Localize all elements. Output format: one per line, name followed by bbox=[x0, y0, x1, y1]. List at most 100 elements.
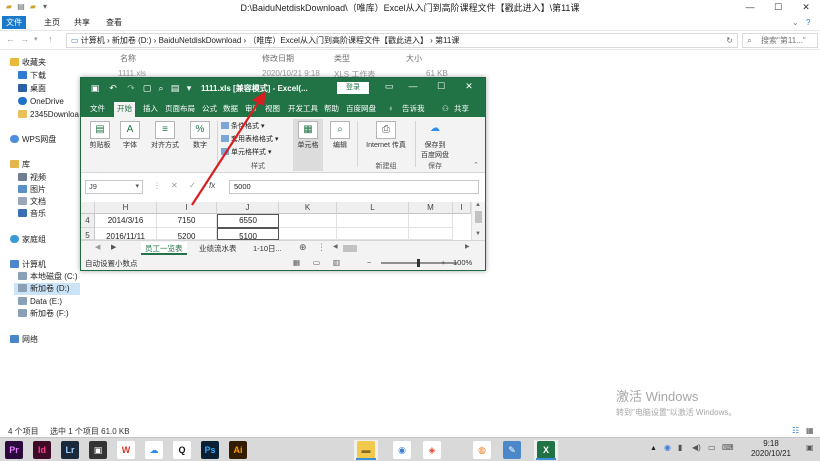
tab-review[interactable]: 审阅 bbox=[242, 102, 256, 117]
nav-network[interactable]: 网络 bbox=[10, 334, 90, 346]
alignment-group[interactable]: ≡ 对齐方式 bbox=[145, 119, 185, 171]
battery-icon[interactable]: ▭ bbox=[708, 443, 716, 452]
cells-group[interactable]: ▦ 单元格 bbox=[293, 119, 323, 171]
nav-wps-drive[interactable]: WPS网盘 bbox=[10, 134, 90, 146]
number-group[interactable]: % 数字 bbox=[187, 119, 213, 171]
nav-computer[interactable]: 计算机 bbox=[10, 259, 90, 271]
share-button[interactable]: 共享 bbox=[451, 102, 472, 117]
column-date[interactable]: 修改日期 bbox=[262, 53, 294, 64]
enter-icon[interactable]: ✓ bbox=[189, 181, 196, 190]
print-preview-icon[interactable]: ⌕ bbox=[155, 82, 167, 94]
customize-qat-icon[interactable]: ▾ bbox=[183, 82, 195, 94]
sheet-tab-performance[interactable]: 业绩流水表 bbox=[195, 242, 241, 255]
hscroll-right-icon[interactable]: ▶ bbox=[465, 243, 470, 250]
nav-homegroup[interactable]: 家庭组 bbox=[10, 234, 90, 246]
column-header-i[interactable]: I bbox=[157, 202, 217, 214]
tab-home[interactable]: 主页 bbox=[40, 16, 64, 29]
login-button[interactable]: 登录 bbox=[337, 82, 369, 94]
close-button[interactable]: ✕ bbox=[457, 81, 481, 92]
tab-file[interactable]: 文件 bbox=[2, 16, 26, 29]
taskbar-illustrator[interactable]: Ai bbox=[226, 440, 250, 460]
sheet-tab-employees[interactable]: 员工一览表 bbox=[141, 242, 187, 255]
prev-sheet-icon[interactable]: ◀ bbox=[95, 243, 100, 251]
save-icon[interactable]: ▣ bbox=[89, 82, 101, 94]
cancel-icon[interactable]: ✕ bbox=[171, 181, 178, 190]
taskbar-indesign[interactable]: Id bbox=[30, 440, 54, 460]
maximize-button[interactable]: ☐ bbox=[764, 0, 792, 14]
taskbar-lightroom[interactable]: Lr bbox=[58, 440, 82, 460]
tab-baidu-netdisk[interactable]: 百度网盘 bbox=[343, 102, 379, 117]
tell-me-search[interactable]: 告诉我 bbox=[399, 102, 428, 117]
cell-h4[interactable]: 2014/3/16 bbox=[95, 214, 157, 228]
formula-input[interactable]: 5000 bbox=[229, 180, 479, 194]
maximize-button[interactable]: ☐ bbox=[429, 81, 453, 92]
breadcrumb-course-folder[interactable]: （唯库）Excel从入门到高阶课程文件【戳此进入】 bbox=[248, 36, 428, 45]
sheet-tab-days[interactable]: 1-10日... bbox=[249, 242, 286, 255]
tab-developer[interactable]: 开发工具 bbox=[285, 102, 321, 117]
column-size[interactable]: 大小 bbox=[406, 53, 422, 64]
details-view-icon[interactable]: ☷ bbox=[792, 426, 799, 435]
tab-help[interactable]: 帮助 bbox=[321, 102, 342, 117]
thumbnail-view-icon[interactable]: ▦ bbox=[806, 426, 814, 435]
row-header-4[interactable]: 4 bbox=[81, 214, 95, 228]
page-layout-view-icon[interactable]: ▭ bbox=[313, 258, 320, 267]
undo-icon[interactable]: ↶ bbox=[107, 82, 119, 94]
cell-m5[interactable] bbox=[409, 228, 453, 240]
scroll-down-icon[interactable]: ▼ bbox=[475, 231, 481, 237]
network-icon[interactable]: ▮ bbox=[678, 443, 682, 452]
hscroll-thumb[interactable] bbox=[343, 245, 357, 252]
taskbar-photoshop[interactable]: Ps bbox=[198, 440, 222, 460]
notification-icon[interactable]: ▣ bbox=[806, 443, 814, 452]
column-header-l[interactable]: L bbox=[337, 202, 409, 214]
zoom-level[interactable]: 100% bbox=[453, 258, 472, 267]
column-name[interactable]: 名称 bbox=[120, 53, 136, 64]
taskbar-qq[interactable]: Q bbox=[170, 440, 194, 460]
tab-split-icon[interactable]: ⋮ bbox=[317, 242, 326, 253]
insert-function-icon[interactable]: fx bbox=[209, 181, 215, 190]
spreadsheet-grid[interactable]: H I J K L M I 4 2014/3/16 7150 6550 5 20… bbox=[81, 202, 485, 240]
tab-share[interactable]: 共享 bbox=[70, 16, 94, 29]
redo-icon[interactable]: ↷ bbox=[125, 82, 137, 94]
nav-library[interactable]: 库 bbox=[10, 159, 90, 171]
taskbar-chrome[interactable]: ◉ bbox=[390, 440, 414, 460]
breadcrumb-baidunetdiskdownload[interactable]: BaiduNetdiskDownload bbox=[159, 36, 242, 45]
expand-ribbon-icon[interactable]: ⌄ bbox=[788, 16, 803, 29]
cell-j5[interactable]: 5100 bbox=[217, 228, 279, 240]
back-icon[interactable]: ← bbox=[6, 34, 18, 44]
scroll-thumb[interactable] bbox=[475, 211, 482, 223]
column-header-j[interactable]: J bbox=[217, 202, 279, 214]
baidu-save-group[interactable]: ☁ 保存到 百度网盘 保存 bbox=[417, 119, 453, 171]
zoom-slider[interactable] bbox=[381, 259, 457, 267]
search-field[interactable]: ⌕ 搜索"第11..." bbox=[742, 33, 818, 48]
nav-disk-c[interactable]: 本地磁盘 (C:) bbox=[18, 271, 98, 283]
font-group[interactable]: A 字体 bbox=[117, 119, 143, 171]
recent-dropdown-icon[interactable]: ▾ bbox=[34, 35, 46, 43]
volume-icon[interactable]: ◀) bbox=[692, 443, 701, 452]
name-box[interactable]: J9 ▾ bbox=[85, 180, 143, 194]
cell-k4[interactable] bbox=[279, 214, 337, 228]
page-break-view-icon[interactable]: ▥ bbox=[333, 258, 340, 267]
taskbar-media[interactable]: ▣ bbox=[86, 440, 110, 460]
cell-h5[interactable]: 2016/11/11 bbox=[95, 228, 157, 240]
tray-expand-icon[interactable]: ▲ bbox=[650, 445, 657, 452]
column-header-m[interactable]: M bbox=[409, 202, 453, 214]
cell-l5[interactable] bbox=[337, 228, 409, 240]
row-header-5[interactable]: 5 bbox=[81, 228, 95, 240]
cell-l4[interactable] bbox=[337, 214, 409, 228]
cell-m4[interactable] bbox=[409, 214, 453, 228]
tab-formulas[interactable]: 公式 bbox=[199, 102, 220, 117]
tab-view[interactable]: 查看 bbox=[102, 16, 126, 29]
normal-view-icon[interactable]: ▦ bbox=[293, 258, 300, 267]
column-header-h[interactable]: H bbox=[95, 202, 157, 214]
tab-home[interactable]: 开始 bbox=[114, 102, 135, 117]
tab-file[interactable]: 文件 bbox=[87, 102, 108, 117]
add-sheet-icon[interactable]: ⊕ bbox=[299, 242, 307, 253]
open-icon[interactable]: ▤ bbox=[169, 82, 181, 94]
taskbar-wps[interactable]: W bbox=[114, 440, 138, 460]
tab-data[interactable]: 数据 bbox=[220, 102, 241, 117]
tab-view[interactable]: 视图 bbox=[262, 102, 283, 117]
address-field[interactable]: ▭ 计算机 › 新加卷 (D:) › BaiduNetdiskDownload … bbox=[66, 33, 738, 48]
close-button[interactable]: ✕ bbox=[792, 0, 820, 14]
column-header-next[interactable]: I bbox=[453, 202, 471, 214]
tab-insert[interactable]: 插入 bbox=[140, 102, 161, 117]
